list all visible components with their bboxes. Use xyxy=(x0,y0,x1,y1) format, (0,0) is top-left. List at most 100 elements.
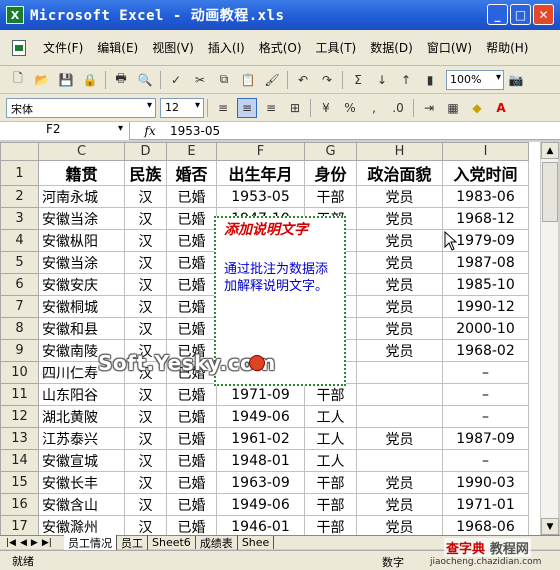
cell[interactable]: 党员 xyxy=(356,185,443,208)
align-left-icon[interactable]: ≡ xyxy=(213,98,233,118)
cell[interactable]: 汉 xyxy=(124,295,167,318)
cell[interactable] xyxy=(356,449,443,472)
row-header[interactable]: 10 xyxy=(0,361,39,384)
percent-icon[interactable]: % xyxy=(340,98,360,118)
row-header[interactable]: 14 xyxy=(0,449,39,472)
sheet-tab[interactable]: Shee xyxy=(238,536,275,549)
cell[interactable]: 汉 xyxy=(124,405,167,428)
cell[interactable]: 已婚 xyxy=(166,273,217,296)
menu-edit[interactable]: 编辑(E) xyxy=(90,39,145,56)
scroll-down-button[interactable]: ▼ xyxy=(541,518,559,535)
cell[interactable]: 已婚 xyxy=(166,229,217,252)
merge-center-icon[interactable]: ⊞ xyxy=(285,98,305,118)
cell[interactable]: 汉 xyxy=(124,185,167,208)
borders-icon[interactable]: ▦ xyxy=(443,98,463,118)
cell[interactable]: 已婚 xyxy=(166,449,217,472)
column-header[interactable]: C xyxy=(38,142,125,161)
cell[interactable]: 1949-06 xyxy=(216,493,305,516)
cell[interactable]: 已婚 xyxy=(166,405,217,428)
cell[interactable]: 已婚 xyxy=(166,427,217,450)
cell[interactable]: 1971-09 xyxy=(216,383,305,406)
workbook-icon[interactable] xyxy=(12,39,26,56)
cell[interactable]: 安徽当涂 xyxy=(38,251,125,274)
cell[interactable]: 河南永城 xyxy=(38,185,125,208)
cell[interactable]: 汉 xyxy=(124,427,167,450)
cell[interactable]: 1971-01 xyxy=(442,493,529,516)
font-name-select[interactable]: 宋体 xyxy=(6,97,156,118)
cell[interactable]: 1968-02 xyxy=(442,339,529,362)
cell[interactable]: 1990-03 xyxy=(442,471,529,494)
cell[interactable]: 已婚 xyxy=(166,185,217,208)
name-box[interactable]: F2 xyxy=(0,121,130,140)
cell[interactable]: – xyxy=(442,449,529,472)
column-header[interactable]: G xyxy=(304,142,357,161)
cell[interactable]: 安徽和县 xyxy=(38,317,125,340)
row-header[interactable]: 2 xyxy=(0,185,39,208)
cell[interactable]: 党员 xyxy=(356,515,443,535)
cell[interactable]: 安徽当涂 xyxy=(38,207,125,230)
column-header[interactable]: I xyxy=(442,142,529,161)
cell[interactable]: 汉 xyxy=(124,449,167,472)
cell[interactable]: 汉 xyxy=(124,317,167,340)
vertical-scrollbar[interactable]: ▲ ▼ xyxy=(540,142,559,535)
menu-view[interactable]: 视图(V) xyxy=(145,39,201,56)
cell[interactable]: 安徽枞阳 xyxy=(38,229,125,252)
cell[interactable]: 1990-12 xyxy=(442,295,529,318)
cell[interactable]: 党员 xyxy=(356,251,443,274)
cell[interactable]: 安徽安庆 xyxy=(38,273,125,296)
close-button[interactable]: ✕ xyxy=(533,4,554,25)
cell[interactable]: 党员 xyxy=(356,339,443,362)
format-painter-icon[interactable]: 🖌 xyxy=(262,70,282,90)
chart-wizard-icon[interactable]: ▮ xyxy=(420,70,440,90)
cell[interactable]: 汉 xyxy=(124,273,167,296)
cell[interactable]: 已婚 xyxy=(166,295,217,318)
row-header[interactable]: 5 xyxy=(0,251,39,274)
cell[interactable]: 安徽滁州 xyxy=(38,515,125,535)
cell[interactable]: 干部 xyxy=(304,515,357,535)
menu-help[interactable]: 帮助(H) xyxy=(479,39,535,56)
cell[interactable]: 1987-09 xyxy=(442,427,529,450)
cell[interactable]: 党员 xyxy=(356,317,443,340)
redo-icon[interactable]: ↷ xyxy=(317,70,337,90)
cell[interactable]: 1961-02 xyxy=(216,427,305,450)
font-color-icon[interactable]: A xyxy=(491,98,511,118)
cell[interactable]: 已婚 xyxy=(166,317,217,340)
row-header[interactable]: 12 xyxy=(0,405,39,428)
sort-descending-icon[interactable]: ↑ xyxy=(396,70,416,90)
cell[interactable]: 1985-10 xyxy=(442,273,529,296)
cell[interactable]: 汉 xyxy=(124,383,167,406)
cell[interactable]: 1949-06 xyxy=(216,405,305,428)
currency-icon[interactable]: ¥ xyxy=(316,98,336,118)
spelling-icon[interactable]: ✓ xyxy=(166,70,186,90)
header-cell[interactable]: 民族 xyxy=(124,160,167,186)
last-sheet-icon[interactable]: ▶| xyxy=(42,538,52,548)
cell[interactable]: 1968-06 xyxy=(442,515,529,535)
comma-icon[interactable]: , xyxy=(364,98,384,118)
row-header[interactable]: 3 xyxy=(0,207,39,230)
cell[interactable] xyxy=(356,405,443,428)
menu-data[interactable]: 数据(D) xyxy=(363,39,420,56)
menu-window[interactable]: 窗口(W) xyxy=(420,39,479,56)
cut-icon[interactable]: ✂ xyxy=(190,70,210,90)
row-header[interactable]: 7 xyxy=(0,295,39,318)
cell[interactable]: 汉 xyxy=(124,493,167,516)
undo-icon[interactable]: ↶ xyxy=(293,70,313,90)
sheet-tab[interactable]: Sheet6 xyxy=(148,536,196,549)
paste-icon[interactable]: 📋 xyxy=(238,70,258,90)
header-cell[interactable]: 政治面貌 xyxy=(356,160,443,186)
scroll-up-button[interactable]: ▲ xyxy=(541,142,559,159)
cell[interactable]: 党员 xyxy=(356,493,443,516)
header-cell[interactable]: 身份 xyxy=(304,160,357,186)
cell[interactable]: 1953-05 xyxy=(216,185,305,208)
first-sheet-icon[interactable]: |◀ xyxy=(6,538,16,548)
cell[interactable]: 汉 xyxy=(124,251,167,274)
cell[interactable]: 已婚 xyxy=(166,383,217,406)
cell[interactable]: 1948-01 xyxy=(216,449,305,472)
cell[interactable]: 1983-06 xyxy=(442,185,529,208)
cell[interactable]: 安徽长丰 xyxy=(38,471,125,494)
cell[interactable]: 安徽含山 xyxy=(38,493,125,516)
header-cell[interactable]: 出生年月 xyxy=(216,160,305,186)
header-cell[interactable]: 入党时间 xyxy=(442,160,529,186)
cell[interactable]: – xyxy=(442,361,529,384)
cell[interactable]: 已婚 xyxy=(166,251,217,274)
